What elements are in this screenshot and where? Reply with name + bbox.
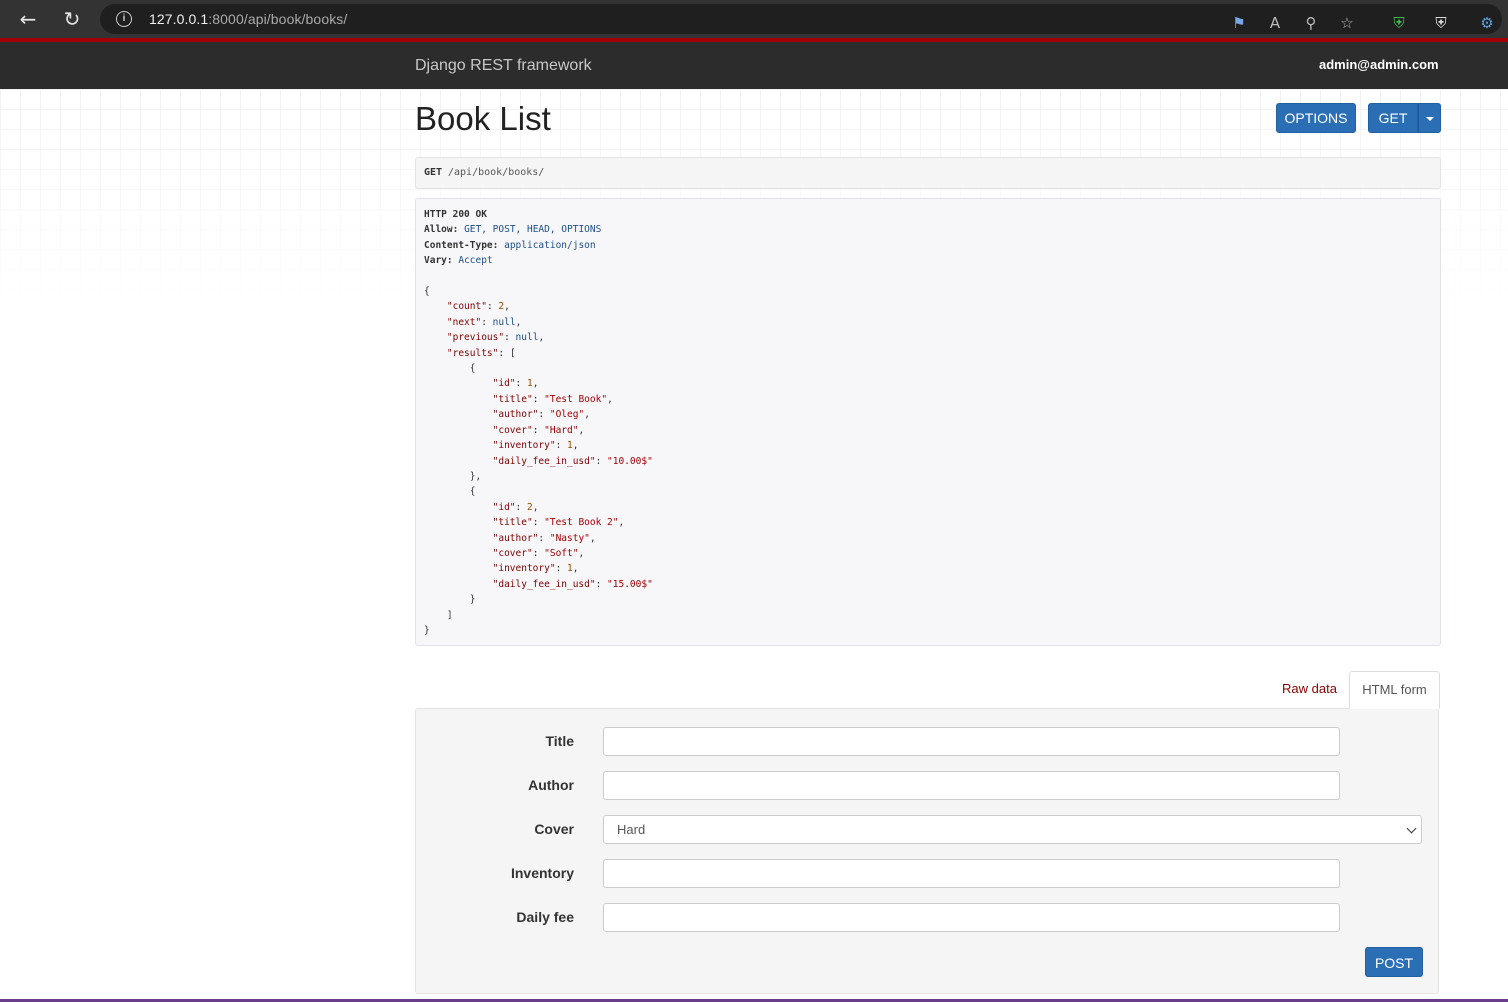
chevron-down-icon [1406,823,1417,834]
extension-badge-icon[interactable]: ⚙ [1478,14,1496,32]
header-value: GET, POST, HEAD, OPTIONS [464,224,602,236]
header-value: application/json [504,239,596,251]
title-label: Title [545,733,574,749]
header-key: Allow [424,224,453,236]
get-format-dropdown[interactable] [1418,103,1441,133]
zoom-out-icon[interactable]: ⚲ [1302,14,1320,32]
drf-navbar: Django REST framework admin@admin.com [0,42,1508,89]
request-method: GET [424,167,443,178]
privacy-shield-icon[interactable]: ⛨ [1432,14,1450,32]
json-value: "Test Book" [544,393,608,405]
json-value: "Hard" [544,424,579,436]
url-text[interactable]: 127.0.0.1:8000/api/book/books/ [149,11,347,27]
json-value: "Soft" [544,547,579,559]
add-favorite-icon[interactable]: ☆ [1338,14,1356,32]
json-value: 1 [567,440,573,452]
request-path: /api/book/books/ [448,167,545,178]
read-aloud-icon[interactable]: A [1266,14,1284,32]
get-button[interactable]: GET [1368,103,1418,133]
title-input[interactable] [603,727,1340,756]
browser-toolbar: ← ↻ i 127.0.0.1:8000/api/book/books/ ⚑ A… [0,0,1508,38]
header-key: Content-Type [424,239,493,251]
response-status: HTTP 200 OK [424,209,487,220]
header-value: Accept [458,255,493,267]
address-bar[interactable]: i 127.0.0.1:8000/api/book/books/ ⚑ A ⚲ ☆… [100,4,1502,34]
cover-label: Cover [534,821,574,837]
brand-link[interactable]: Django REST framework [415,57,592,75]
tab-raw-data[interactable]: Raw data [1282,681,1337,696]
daily-fee-label: Daily fee [516,909,574,925]
back-arrow-icon[interactable]: ← [16,7,40,31]
json-value: "Nasty" [549,532,590,544]
response-content: HTTP 200 OK Allow: GET, POST, HEAD, OPTI… [424,209,653,636]
post-form: Title Author Cover Hard Inventory Daily … [415,708,1439,994]
daily-fee-input[interactable] [603,903,1340,932]
json-value: "Test Book 2" [544,517,619,529]
json-value: "Oleg" [549,409,585,421]
request-info: GET /api/book/books/ [415,157,1441,189]
options-button[interactable]: OPTIONS [1276,103,1356,133]
header-key: Vary [424,255,447,267]
response-panel: HTTP 200 OK Allow: GET, POST, HEAD, OPTI… [415,198,1441,646]
site-info-icon[interactable]: i [116,11,132,27]
json-value: 1 [526,378,533,390]
post-button[interactable]: POST [1365,947,1423,977]
user-menu[interactable]: admin@admin.com [1319,57,1439,72]
cover-selected-value: Hard [617,822,646,837]
json-next: null [492,316,516,328]
json-previous: null [515,332,539,344]
json-value: 2 [526,501,533,513]
page-title: Book List [415,100,551,137]
author-input[interactable] [603,771,1340,800]
inventory-label: Inventory [510,865,574,881]
tag-icon[interactable]: ⚑ [1230,14,1248,32]
json-value: 1 [567,563,573,575]
author-label: Author [528,777,574,793]
json-count: 2 [498,301,505,313]
reload-icon[interactable]: ↻ [60,7,84,31]
cover-select[interactable]: Hard [603,815,1422,844]
json-value: "10.00$" [607,455,653,467]
inventory-input[interactable] [603,859,1340,888]
tab-html-form[interactable]: HTML form [1349,671,1440,709]
shield-check-icon[interactable]: ⛨ [1390,14,1408,32]
json-value: "15.00$" [607,578,653,590]
caret-down-icon [1425,117,1434,122]
